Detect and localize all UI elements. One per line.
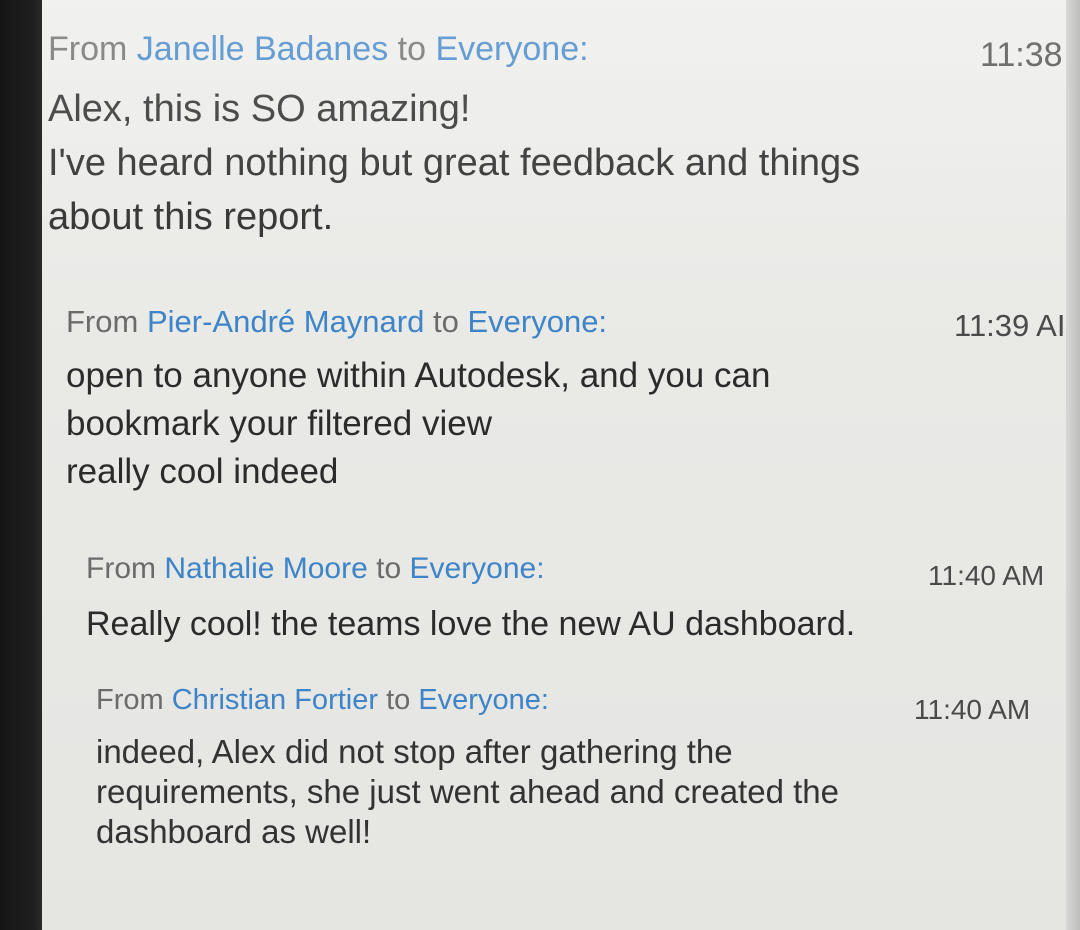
to-label: to <box>432 304 459 339</box>
recipient-name: Everyone: <box>409 552 545 585</box>
message-timestamp: 11:40 AM <box>928 560 1045 591</box>
monitor-bezel-left <box>0 0 42 930</box>
to-label: to <box>376 552 402 585</box>
message-timestamp: 11:38 <box>980 36 1063 74</box>
sender-name: Nathalie Moore <box>164 552 368 585</box>
message-line: dashboard as well! <box>96 813 372 850</box>
message-line: really cool indeed <box>66 452 339 491</box>
chat-panel[interactable]: From Janelle Badanes to Everyone: 11:38 … <box>42 0 1066 930</box>
recipient-name: Everyone: <box>435 30 589 68</box>
message-timestamp: 11:40 AM <box>914 694 1031 725</box>
message-line: Really cool! the teams love the new AU d… <box>86 605 856 643</box>
message-body: indeed, Alex did not stop after gatherin… <box>96 732 1066 852</box>
chat-message: From Christian Fortier to Everyone: 11:4… <box>96 684 1066 852</box>
recipient-name: Everyone: <box>418 684 549 716</box>
photo-of-screen: From Janelle Badanes to Everyone: 11:38 … <box>0 0 1080 930</box>
message-line: Alex, this is SO amazing! <box>48 88 471 130</box>
message-line: open to anyone within Autodesk, and you … <box>66 356 771 395</box>
message-body: open to anyone within Autodesk, and you … <box>66 352 1066 496</box>
sender-name: Christian Fortier <box>171 684 379 716</box>
from-label: From <box>96 684 164 716</box>
message-line: I've heard nothing but great feedback an… <box>48 142 861 184</box>
from-label: From <box>48 30 128 68</box>
message-header: From Pier-André Maynard to Everyone: <box>66 304 1066 352</box>
to-label: to <box>386 684 411 716</box>
message-body: Really cool! the teams love the new AU d… <box>86 600 1066 648</box>
message-line: about this report. <box>48 196 334 238</box>
message-header: From Nathalie Moore to Everyone: <box>86 552 1066 600</box>
sender-name: Pier-André Maynard <box>146 304 425 339</box>
message-header: From Janelle Badanes to Everyone: <box>48 30 1066 82</box>
chat-message: From Janelle Badanes to Everyone: 11:38 … <box>48 30 1066 244</box>
recipient-name: Everyone: <box>467 304 608 339</box>
from-label: From <box>66 304 139 339</box>
message-line: bookmark your filtered view <box>66 404 492 443</box>
to-label: to <box>397 30 427 68</box>
message-body: Alex, this is SO amazing! I've heard not… <box>48 82 1066 244</box>
message-timestamp: 11:39 AI <box>954 308 1066 343</box>
message-line: indeed, Alex did not stop after gatherin… <box>96 733 733 770</box>
chat-message: From Pier-André Maynard to Everyone: 11:… <box>66 304 1066 496</box>
message-line: requirements, she just went ahead and cr… <box>96 773 839 810</box>
sender-name: Janelle Badanes <box>136 30 389 68</box>
chat-message: From Nathalie Moore to Everyone: 11:40 A… <box>86 552 1066 648</box>
from-label: From <box>86 552 156 585</box>
monitor-bezel-right <box>1066 0 1080 930</box>
